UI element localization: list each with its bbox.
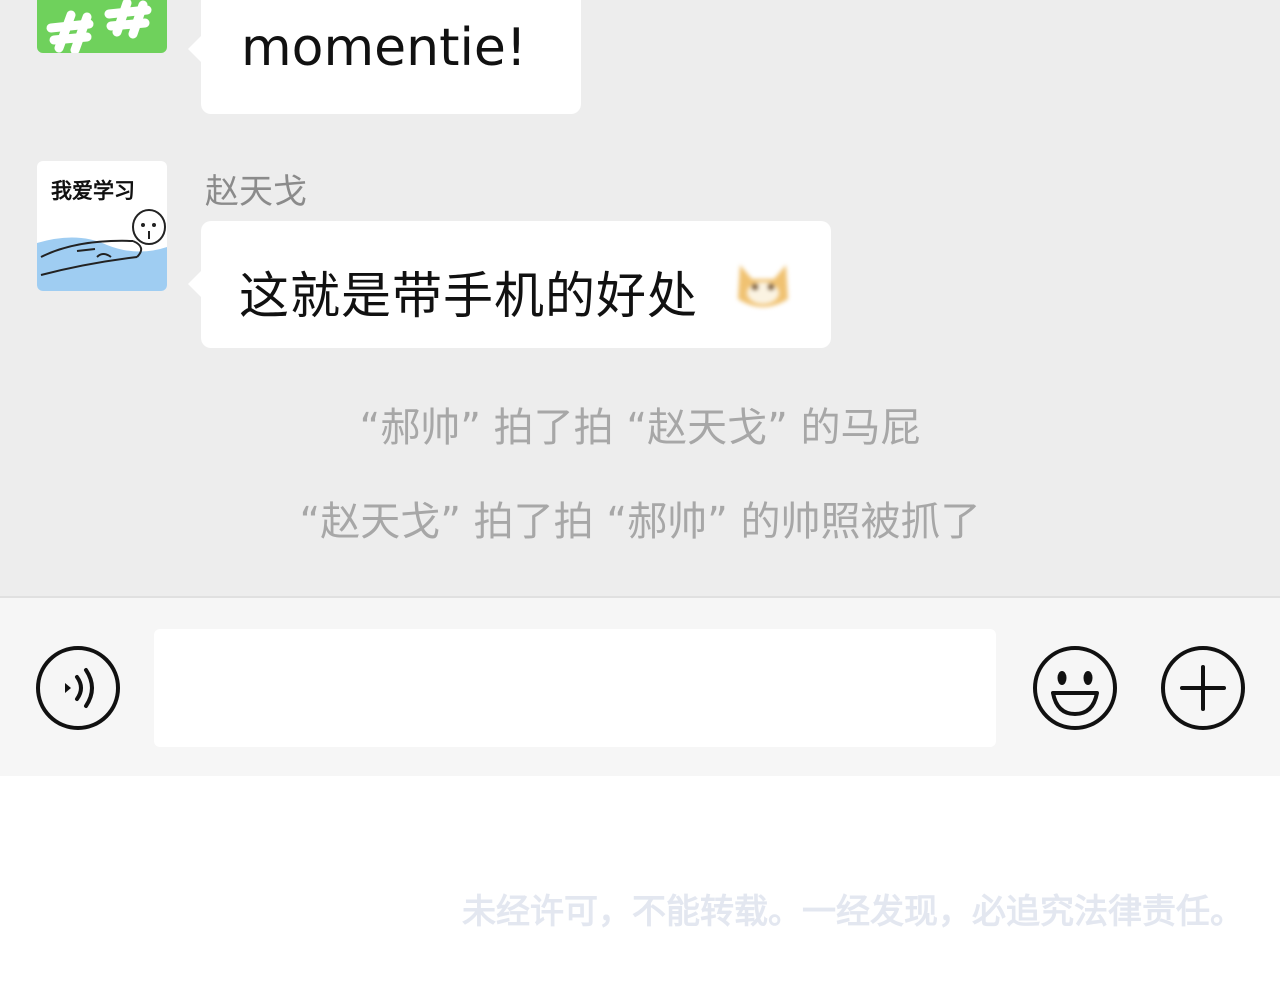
- message-bubble[interactable]: momentie!: [188, 0, 581, 114]
- cat-emoji-icon: [738, 265, 788, 307]
- avatar[interactable]: [37, 0, 167, 53]
- voice-icon[interactable]: [35, 645, 121, 731]
- plus-icon[interactable]: [1160, 645, 1246, 731]
- system-message: “郝帅” 拍了拍 “赵天戈” 的马屁: [359, 405, 921, 451]
- avatar-zhao-tiange[interactable]: 我爱学习: [37, 161, 167, 291]
- chat-area: momentie! 我爱学习 赵天戈 这就是带手机的好处 “郝帅” 拍了拍 “赵…: [0, 0, 1280, 596]
- hash-sticker-icon: [46, 0, 152, 53]
- smiley-icon[interactable]: [1032, 645, 1118, 731]
- lying-figure-sticker-icon: [37, 209, 167, 291]
- chat-input-bar: [0, 596, 1280, 776]
- system-message: “赵天戈” 拍了拍 “郝帅” 的帅照被抓了: [299, 499, 981, 545]
- message-input[interactable]: [154, 629, 996, 747]
- sender-name: 赵天戈: [205, 172, 307, 212]
- copyright-watermark: 未经许可，不能转载。一经发现，必追究法律责任。: [462, 892, 1244, 932]
- message-text: momentie!: [241, 18, 527, 78]
- message-text: 这就是带手机的好处: [239, 267, 698, 325]
